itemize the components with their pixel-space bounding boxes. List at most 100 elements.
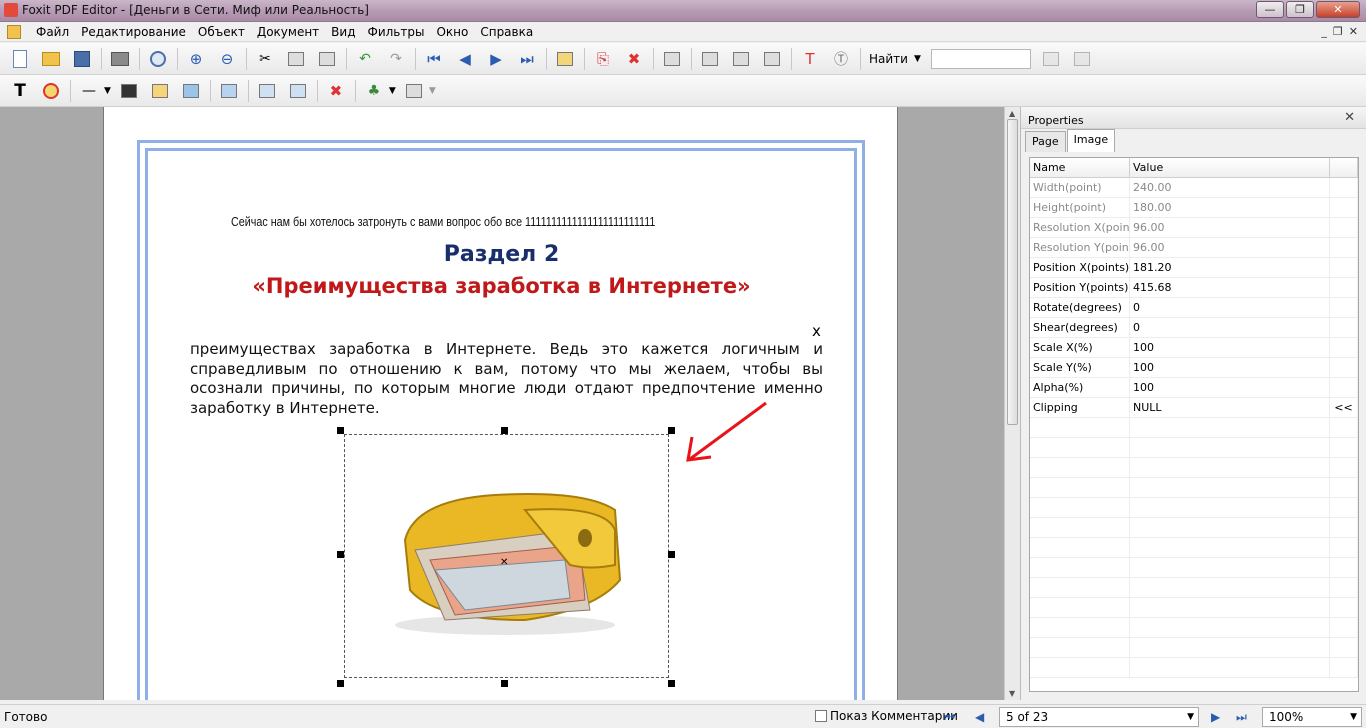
pdf-page[interactable]: Сейчас нам бы хотелось затронуть с вами … xyxy=(103,107,898,700)
color-button[interactable] xyxy=(39,79,63,103)
property-value[interactable]: 100 xyxy=(1130,358,1330,377)
find-prev-button[interactable] xyxy=(1070,47,1094,71)
last-page-button[interactable]: ⏭ xyxy=(515,47,539,71)
maximize-button[interactable]: ❐ xyxy=(1286,1,1314,18)
line-button[interactable]: — xyxy=(77,79,101,103)
column-header-value[interactable]: Value xyxy=(1130,158,1330,177)
mdi-restore-button[interactable]: ❐ xyxy=(1333,25,1343,38)
status-first-page-icon[interactable]: ⏮ xyxy=(944,710,955,725)
property-value[interactable]: 181.20 xyxy=(1130,258,1330,277)
tab-image[interactable]: Image xyxy=(1066,129,1116,152)
resize-handle-n[interactable] xyxy=(501,427,508,434)
text-object-button[interactable]: T xyxy=(8,79,32,103)
property-row[interactable]: Position X(points) 181.20 xyxy=(1030,258,1358,278)
menu-item-0[interactable]: Файл xyxy=(30,25,75,39)
property-row[interactable]: Shear(degrees) 0 xyxy=(1030,318,1358,338)
resize-handle-se[interactable] xyxy=(668,680,675,687)
property-row[interactable]: Height(point) 180.00 xyxy=(1030,198,1358,218)
prev-page-button[interactable]: ◀ xyxy=(453,47,477,71)
align-button[interactable] xyxy=(402,79,426,103)
resize-handle-ne[interactable] xyxy=(668,427,675,434)
page-layout-button[interactable] xyxy=(553,47,577,71)
insert-image-button[interactable] xyxy=(179,79,203,103)
zoom-out-button[interactable]: ⊖ xyxy=(215,47,239,71)
cut-button[interactable]: ✂ xyxy=(253,47,277,71)
document-text-line[interactable]: Сейчас нам бы хотелось затронуть с вами … xyxy=(231,215,655,229)
find-next-button[interactable] xyxy=(1039,47,1063,71)
zoom-dropdown-icon[interactable]: ▼ xyxy=(1350,708,1357,726)
property-value[interactable]: 100 xyxy=(1130,338,1330,357)
property-row[interactable]: Alpha(%) 100 xyxy=(1030,378,1358,398)
tab-page[interactable]: Page xyxy=(1025,131,1066,152)
users-dropdown-icon[interactable]: ▼ xyxy=(389,86,396,96)
stamp-button[interactable]: Ⓣ xyxy=(829,47,853,71)
zoom-in-button[interactable]: ⊕ xyxy=(184,47,208,71)
stray-text-x[interactable]: x xyxy=(812,322,821,340)
vertical-scrollbar[interactable]: ▲ ▼ xyxy=(1004,107,1020,700)
zoom-select[interactable]: 100% ▼ xyxy=(1262,707,1362,727)
property-value[interactable]: 100 xyxy=(1130,378,1330,397)
open-button[interactable] xyxy=(39,47,63,71)
menu-item-1[interactable]: Редактирование xyxy=(75,25,192,39)
first-page-button[interactable]: ⏮ xyxy=(422,47,446,71)
status-prev-page-icon[interactable]: ◀ xyxy=(975,710,984,724)
show-comments-label[interactable]: Показ Комментарии xyxy=(830,709,958,723)
property-row[interactable]: Rotate(degrees) 0 xyxy=(1030,298,1358,318)
properties-close-icon[interactable]: ✕ xyxy=(1344,110,1355,125)
status-last-page-icon[interactable]: ⏭ xyxy=(1236,710,1247,725)
selected-image-object[interactable]: ✕ xyxy=(344,434,669,678)
status-next-page-icon[interactable]: ▶ xyxy=(1211,710,1220,724)
find-input[interactable] xyxy=(930,49,1031,69)
align-dropdown-icon[interactable]: ▼ xyxy=(429,86,436,96)
text-tool-button[interactable] xyxy=(698,47,722,71)
edit-image-button[interactable] xyxy=(148,79,172,103)
document-menu-icon[interactable] xyxy=(7,25,21,39)
property-row[interactable]: Position Y(points) 415.68 xyxy=(1030,278,1358,298)
line-dropdown-icon[interactable]: ▼ xyxy=(104,86,111,96)
mdi-close-button[interactable]: ✕ xyxy=(1349,25,1358,38)
close-button[interactable]: ✕ xyxy=(1316,1,1360,18)
copy-button[interactable] xyxy=(284,47,308,71)
arrange-tool-button[interactable] xyxy=(760,47,784,71)
find-dropdown-icon[interactable]: ▼ xyxy=(914,54,921,64)
property-value[interactable]: 0 xyxy=(1130,298,1330,317)
resize-handle-nw[interactable] xyxy=(337,427,344,434)
menu-item-6[interactable]: Окно xyxy=(430,25,474,39)
menu-item-3[interactable]: Документ xyxy=(251,25,325,39)
property-row[interactable]: Scale X(%) 100 xyxy=(1030,338,1358,358)
redo-button[interactable]: ↷ xyxy=(384,47,408,71)
group-button[interactable] xyxy=(255,79,279,103)
print-button[interactable] xyxy=(108,47,132,71)
minimize-button[interactable]: — xyxy=(1256,1,1284,18)
property-row[interactable]: Scale Y(%) 100 xyxy=(1030,358,1358,378)
show-comments-checkbox[interactable] xyxy=(815,710,827,722)
scroll-up-icon[interactable]: ▲ xyxy=(1009,109,1015,118)
mdi-minimize-button[interactable]: _ xyxy=(1321,25,1327,38)
menu-item-7[interactable]: Справка xyxy=(474,25,539,39)
undo-button[interactable]: ↶ xyxy=(353,47,377,71)
delete-page-button[interactable]: ✖ xyxy=(622,47,646,71)
column-header-name[interactable]: Name xyxy=(1030,158,1130,177)
save-button[interactable] xyxy=(70,47,94,71)
scroll-down-icon[interactable]: ▼ xyxy=(1009,689,1015,698)
resize-handle-w[interactable] xyxy=(337,551,344,558)
shape-button[interactable] xyxy=(117,79,141,103)
keyboard-button[interactable] xyxy=(660,47,684,71)
delete-object-button[interactable]: ✖ xyxy=(324,79,348,103)
section-heading[interactable]: Раздел 2 xyxy=(104,242,899,267)
property-row[interactable]: Resolution X(point) 96.00 xyxy=(1030,218,1358,238)
column-tool-button[interactable] xyxy=(729,47,753,71)
property-row[interactable]: Clipping NULL << xyxy=(1030,398,1358,418)
property-row[interactable]: Resolution Y(point) 96.00 xyxy=(1030,238,1358,258)
properties-button[interactable] xyxy=(146,47,170,71)
add-text-button[interactable]: T xyxy=(798,47,822,71)
property-value[interactable]: 415.68 xyxy=(1130,278,1330,297)
resize-handle-e[interactable] xyxy=(668,551,675,558)
scrollbar-thumb[interactable] xyxy=(1007,119,1018,425)
paste-button[interactable] xyxy=(315,47,339,71)
select-tool-button[interactable] xyxy=(217,79,241,103)
resize-handle-sw[interactable] xyxy=(337,680,344,687)
menu-item-5[interactable]: Фильтры xyxy=(362,25,431,39)
page-number-select[interactable]: 5 of 23 ▼ xyxy=(999,707,1199,727)
document-workspace[interactable]: Сейчас нам бы хотелось затронуть с вами … xyxy=(0,107,1004,700)
